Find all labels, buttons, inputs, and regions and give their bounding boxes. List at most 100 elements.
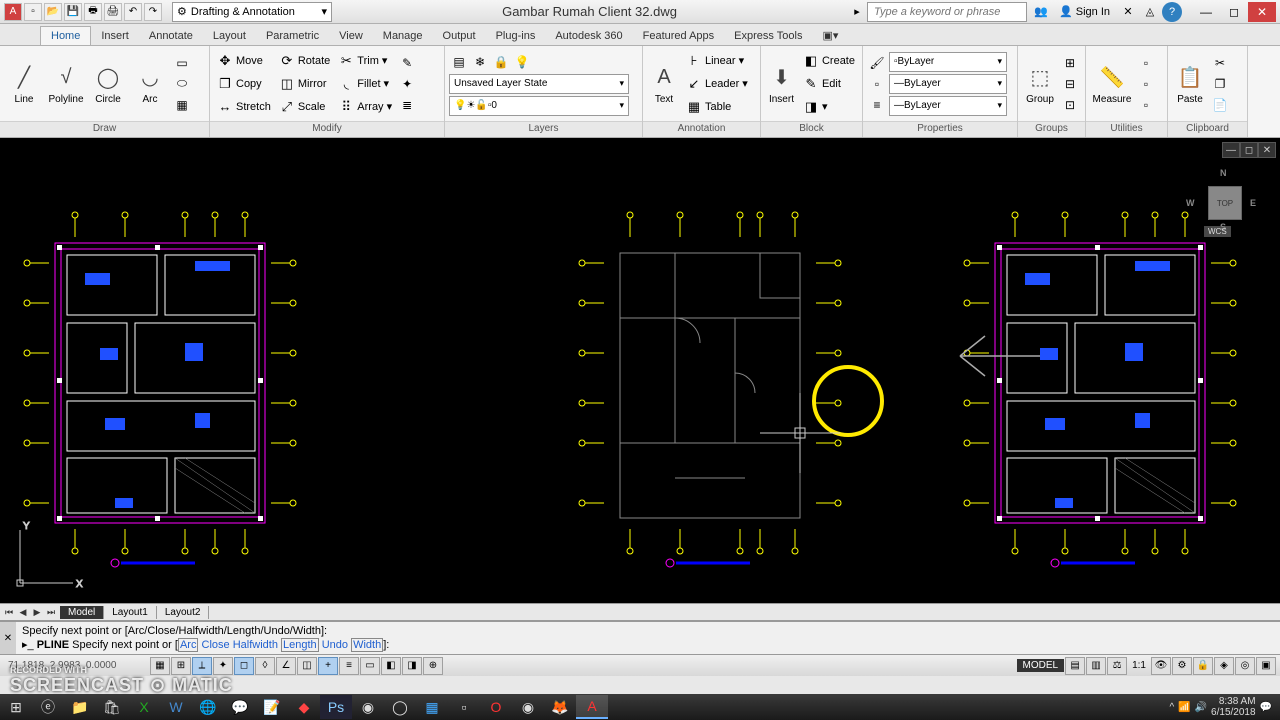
leader-button[interactable]: ↙Leader▾ <box>683 73 751 95</box>
erase-icon[interactable]: ✎ <box>397 53 417 73</box>
annotation-panel[interactable]: Annotation <box>643 121 760 137</box>
fillet-button[interactable]: ◟Fillet▾ <box>335 73 395 95</box>
offset-icon[interactable]: ≣ <box>397 95 417 115</box>
tab-insert[interactable]: Insert <box>91 27 139 45</box>
snap-mode-icon[interactable]: ▦ <box>150 657 170 675</box>
workspace-switch-icon[interactable]: ⚙ <box>1172 657 1192 675</box>
layer-state-dropdown[interactable]: Unsaved Layer State <box>449 74 629 94</box>
edit-button[interactable]: ✎Edit <box>800 73 858 95</box>
isolate-icon[interactable]: ◎ <box>1235 657 1255 675</box>
color-dropdown[interactable]: ▫ ByLayer <box>889 52 1007 72</box>
model-space-badge[interactable]: MODEL <box>1017 659 1065 672</box>
toolbar-lock-icon[interactable]: 🔒 <box>1193 657 1213 675</box>
clipboard-panel[interactable]: Clipboard <box>1168 121 1247 137</box>
tab-parametric[interactable]: Parametric <box>256 27 329 45</box>
task-firefox-icon[interactable]: 🦊 <box>544 695 576 719</box>
group-button[interactable]: ⬚Group <box>1022 49 1058 119</box>
util-3-icon[interactable]: ▫ <box>1136 95 1156 115</box>
scale-button[interactable]: ⤢Scale <box>276 96 333 118</box>
open-icon[interactable]: 📂 <box>44 3 62 21</box>
close-button[interactable]: ✕ <box>1248 2 1276 22</box>
lwt-icon[interactable]: ≡ <box>339 657 359 675</box>
tab-manage[interactable]: Manage <box>373 27 433 45</box>
print-icon[interactable]: 🖨 <box>104 3 122 21</box>
otrack-icon[interactable]: ∠ <box>276 657 296 675</box>
minimize-button[interactable]: — <box>1192 2 1220 22</box>
props-color-icon[interactable]: ▫ <box>867 74 887 94</box>
tab-output[interactable]: Output <box>433 27 486 45</box>
match-props-icon[interactable]: 🖌 <box>867 53 887 73</box>
3dosnap-icon[interactable]: ◊ <box>255 657 275 675</box>
table-button[interactable]: ▦Table <box>683 96 751 118</box>
task-opera-icon[interactable]: O <box>480 695 512 719</box>
circle-button[interactable]: ◯Circle <box>88 49 128 119</box>
task-store-icon[interactable]: 🛍 <box>96 695 128 719</box>
task-app1-icon[interactable]: ◆ <box>288 695 320 719</box>
task-ps-icon[interactable]: Ps <box>320 695 352 719</box>
exchange-icon[interactable]: ✕ <box>1118 2 1138 22</box>
tab-plugins[interactable]: Plug-ins <box>486 27 546 45</box>
layout2-tab[interactable]: Layout2 <box>157 606 210 619</box>
linetype-dropdown[interactable]: — ByLayer <box>889 96 1007 116</box>
app-menu-icon[interactable]: A <box>4 3 22 21</box>
task-chat-icon[interactable]: 💬 <box>224 695 256 719</box>
task-app4-icon[interactable]: ▫ <box>448 695 480 719</box>
grid-icon[interactable]: ⊞ <box>171 657 191 675</box>
mirror-button[interactable]: ◫Mirror <box>276 73 333 95</box>
dyn-icon[interactable]: + <box>318 657 338 675</box>
props-list-icon[interactable]: ≡ <box>867 95 887 115</box>
task-excel-icon[interactable]: X <box>128 695 160 719</box>
create-button[interactable]: ◧Create <box>800 50 858 72</box>
copy-button[interactable]: ❐Copy <box>214 73 274 95</box>
autodesk360-icon[interactable]: 👥 <box>1031 2 1051 22</box>
copy-clip-icon[interactable]: ❐ <box>1210 74 1230 94</box>
group-edit-icon[interactable]: ⊟ <box>1060 74 1080 94</box>
task-word-icon[interactable]: W <box>160 695 192 719</box>
block-panel[interactable]: Block <box>761 121 862 137</box>
cmd-prompt[interactable]: ▸_ PLINE Specify next point or [Arc Clos… <box>22 638 1274 652</box>
tab-view[interactable]: View <box>329 27 373 45</box>
util-2-icon[interactable]: ▫ <box>1136 74 1156 94</box>
line-button[interactable]: ╱Line <box>4 49 44 119</box>
tab-prev-icon[interactable]: ◀ <box>16 605 30 619</box>
polar-icon[interactable]: ✦ <box>213 657 233 675</box>
system-tray[interactable]: ^ 📶 🔊 8:38 AM 6/15/2018 💬 <box>1161 696 1280 718</box>
polyline-button[interactable]: √Polyline <box>46 49 86 119</box>
ducs-icon[interactable]: ◫ <box>297 657 317 675</box>
sc-icon[interactable]: ◨ <box>402 657 422 675</box>
tab-featured-apps[interactable]: Featured Apps <box>633 27 725 45</box>
tab-home[interactable]: Home <box>40 26 91 45</box>
hardware-accel-icon[interactable]: ◈ <box>1214 657 1234 675</box>
properties-panel[interactable]: Properties <box>863 121 1017 137</box>
utilities-panel[interactable]: Utilities <box>1086 121 1167 137</box>
arc-button[interactable]: ◡Arc <box>130 49 170 119</box>
maximize-button[interactable]: ◻ <box>1220 2 1248 22</box>
quickview-drawings-icon[interactable]: ▥ <box>1086 657 1106 675</box>
modify-panel[interactable]: Modify <box>210 121 444 137</box>
array-button[interactable]: ⠿Array▾ <box>335 96 395 118</box>
task-autocad-icon[interactable]: A <box>576 695 608 719</box>
trim-button[interactable]: ✂Trim▾ <box>335 50 395 72</box>
task-edge-icon[interactable]: 🌐 <box>192 695 224 719</box>
viewcube-top[interactable]: TOP <box>1208 186 1242 220</box>
drawing-area[interactable]: — ◻ ✕ <box>0 138 1280 603</box>
hatch-icon[interactable]: ▦ <box>172 95 192 115</box>
layers-panel[interactable]: Layers <box>445 121 642 137</box>
viewcube[interactable]: N E W S TOP WCS <box>1190 168 1260 238</box>
ellipse-icon[interactable]: ⬭ <box>172 74 192 94</box>
tab-first-icon[interactable]: ⏮ <box>2 605 16 619</box>
current-layer-dropdown[interactable]: 💡☀🔓▫ 0 <box>449 96 629 116</box>
text-button[interactable]: AText <box>647 49 681 119</box>
annotation-scale[interactable]: 1:1 <box>1128 660 1150 671</box>
tab-autodesk360[interactable]: Autodesk 360 <box>545 27 632 45</box>
ribbon-min-icon[interactable]: ▣▾ <box>812 26 848 45</box>
search-input[interactable] <box>867 2 1027 22</box>
paste-button[interactable]: 📋Paste <box>1172 49 1208 119</box>
task-chrome2-icon[interactable]: ◉ <box>512 695 544 719</box>
lineweight-dropdown[interactable]: — ByLayer <box>889 74 1007 94</box>
draw-panel[interactable]: Draw <box>0 121 209 137</box>
task-app3-icon[interactable]: ▦ <box>416 695 448 719</box>
tab-express-tools[interactable]: Express Tools <box>724 27 812 45</box>
ortho-icon[interactable]: ⟂ <box>192 657 212 675</box>
stay-connected-icon[interactable]: ◬ <box>1140 2 1160 22</box>
